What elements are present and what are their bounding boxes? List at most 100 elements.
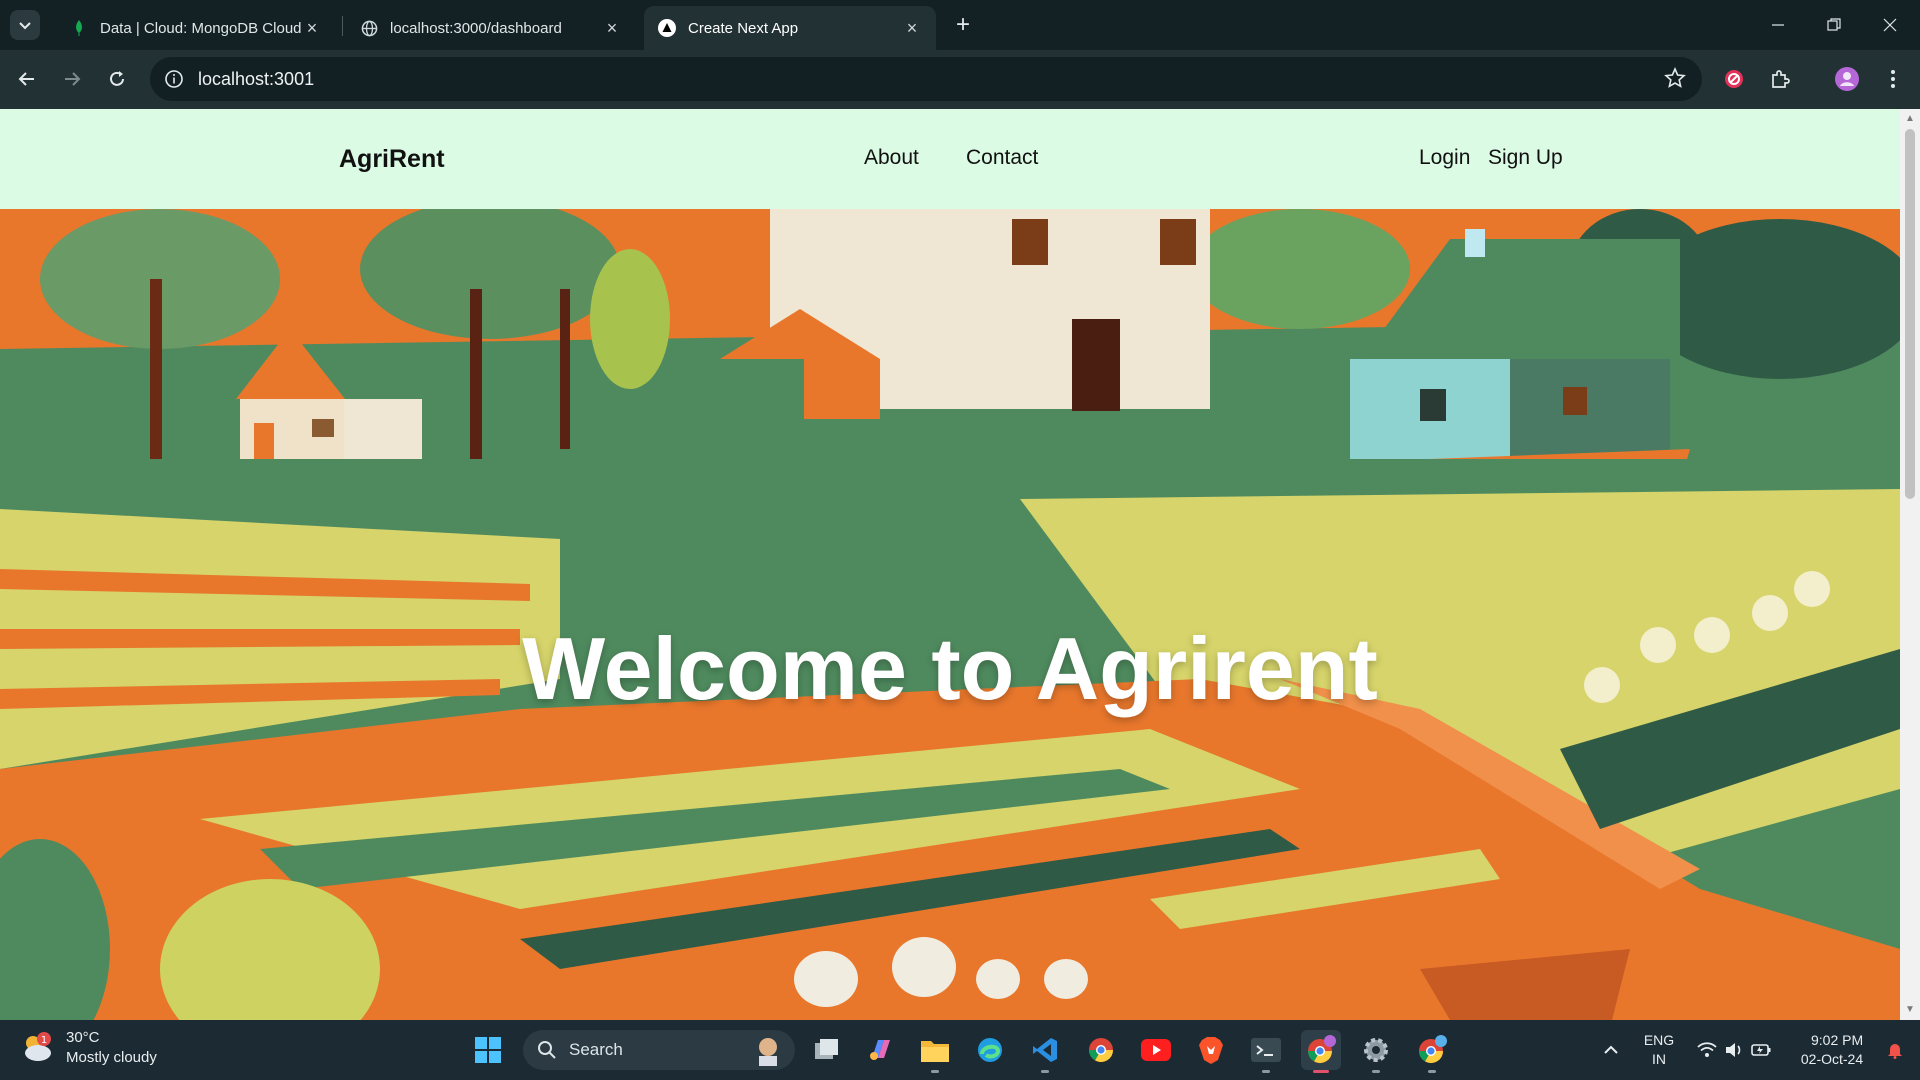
running-indicator (1041, 1070, 1049, 1073)
block-extension-icon (1725, 70, 1743, 88)
tab-title: Data | Cloud: MongoDB Cloud (100, 19, 302, 37)
file-explorer-icon (921, 1041, 949, 1062)
chevron-down-icon (19, 22, 31, 30)
search-highlight-icon (759, 1038, 777, 1066)
search-label: Search (569, 1040, 623, 1059)
terminal-button[interactable] (1246, 1030, 1286, 1073)
restore-icon (1827, 18, 1841, 31)
restore-button[interactable] (1806, 0, 1862, 50)
mongodb-leaf-icon (70, 19, 88, 37)
minimize-button[interactable] (1750, 0, 1806, 50)
wifi-icon (1697, 1042, 1717, 1057)
hero-title: Welcome to Agrirent (522, 619, 1378, 718)
windows-logo-icon (475, 1037, 501, 1063)
copilot-button[interactable] (860, 1030, 900, 1070)
settings-button[interactable] (1356, 1030, 1396, 1073)
nav-link-contact[interactable]: Contact (966, 146, 1038, 170)
address-bar[interactable]: localhost:3001 (150, 57, 1702, 101)
chrome-alt-button[interactable] (1412, 1030, 1452, 1073)
language-indicator[interactable]: ENG IN (1640, 1020, 1678, 1080)
clock-date: 02-Oct-24 (1800, 1051, 1864, 1067)
bookmark-star-icon[interactable] (1664, 66, 1686, 94)
running-indicator (1428, 1070, 1436, 1073)
running-indicator (1313, 1070, 1329, 1073)
terminal-icon (1251, 1038, 1281, 1062)
chevron-up-icon (1604, 1045, 1618, 1054)
page-scrollbar[interactable]: ▲ ▼ (1900, 109, 1920, 1020)
clock[interactable]: 9:02 PM 02-Oct-24 (1788, 1020, 1876, 1080)
url-text[interactable]: localhost:3001 (198, 69, 314, 90)
weather-condition: Mostly cloudy (66, 1049, 157, 1066)
task-view-icon (815, 1039, 838, 1059)
search-icon (538, 1041, 556, 1059)
nav-link-about[interactable]: About (864, 146, 919, 170)
close-window-button[interactable] (1862, 0, 1918, 50)
chrome-button[interactable] (1081, 1030, 1121, 1070)
bell-icon (1888, 1044, 1902, 1059)
tab-strip: Data | Cloud: MongoDB Cloud × localhost:… (0, 0, 1920, 50)
arrow-right-icon (65, 72, 81, 86)
quick-settings-button[interactable] (1694, 1020, 1774, 1080)
tab-search-button[interactable] (10, 10, 40, 40)
brave-icon (1199, 1037, 1223, 1064)
weather-badge: 1 (41, 1035, 47, 1046)
forward-button[interactable] (54, 61, 90, 97)
weather-widget[interactable]: 1 30°C Mostly cloudy (20, 1028, 157, 1068)
battery-icon (1751, 1044, 1771, 1056)
copilot-icon (870, 1040, 890, 1060)
site-info-icon[interactable] (164, 69, 184, 89)
chrome-alt-icon (1419, 1035, 1447, 1064)
youtube-icon (1141, 1039, 1171, 1061)
tab-create-next-app[interactable]: Create Next App × (644, 6, 936, 50)
settings-icon (1364, 1038, 1388, 1062)
chrome-profile-button[interactable] (1301, 1030, 1341, 1073)
tab-title: Create Next App (688, 19, 799, 37)
nav-link-login[interactable]: Login (1419, 146, 1470, 170)
reload-button[interactable] (99, 61, 135, 97)
taskbar-search-box[interactable]: Search (523, 1030, 795, 1070)
more-vertical-icon (1891, 70, 1895, 88)
tab-title: localhost:3000/dashboard (390, 19, 562, 37)
profile-button[interactable] (1829, 61, 1865, 97)
task-view-button[interactable] (806, 1030, 846, 1070)
running-indicator (1262, 1070, 1270, 1073)
brave-button[interactable] (1191, 1030, 1231, 1070)
browser-menu-button[interactable] (1875, 61, 1911, 97)
page-viewport: AgriRent About Contact Login Sign Up Wel… (0, 109, 1900, 1020)
running-indicator (1372, 1070, 1380, 1073)
start-button[interactable] (468, 1030, 508, 1070)
scroll-up-arrow-icon[interactable]: ▲ (1904, 113, 1916, 125)
avatar (1835, 67, 1859, 91)
reload-icon (110, 71, 124, 86)
vscode-button[interactable] (1025, 1030, 1065, 1073)
brand-logo-text[interactable]: AgriRent (339, 145, 445, 174)
nav-link-signup[interactable]: Sign Up (1488, 146, 1563, 170)
close-icon[interactable]: × (902, 18, 922, 38)
edge-button[interactable] (970, 1030, 1010, 1070)
notifications-button[interactable] (1880, 1020, 1910, 1080)
edge-icon (978, 1038, 1002, 1062)
new-tab-button[interactable]: + (948, 10, 978, 40)
file-explorer-button[interactable] (915, 1030, 955, 1073)
youtube-button[interactable] (1136, 1030, 1176, 1070)
browser-toolbar: localhost:3001 (0, 50, 1920, 109)
puzzle-icon (1772, 70, 1790, 88)
scrollbar-thumb[interactable] (1905, 129, 1915, 499)
language-code: ENG (1643, 1032, 1675, 1048)
back-button[interactable] (9, 61, 45, 97)
show-hidden-icons-button[interactable] (1598, 1020, 1624, 1080)
tab-dashboard[interactable]: localhost:3000/dashboard × (346, 6, 636, 50)
close-icon[interactable]: × (302, 18, 322, 38)
site-navbar: AgriRent About Contact Login Sign Up (0, 109, 1900, 209)
extensions-button[interactable] (1762, 61, 1798, 97)
close-icon (1883, 18, 1897, 32)
farm-illustration (0, 209, 1900, 1020)
close-icon[interactable]: × (602, 18, 622, 38)
tab-mongodb[interactable]: Data | Cloud: MongoDB Cloud × (56, 6, 336, 50)
language-region: IN (1652, 1051, 1666, 1067)
weather-temp: 30°C (66, 1029, 100, 1046)
tab-separator (342, 16, 343, 36)
hero-section: Welcome to Agrirent (0, 209, 1900, 1020)
extension-blocker-button[interactable] (1716, 61, 1752, 97)
scroll-down-arrow-icon[interactable]: ▼ (1904, 1004, 1916, 1016)
